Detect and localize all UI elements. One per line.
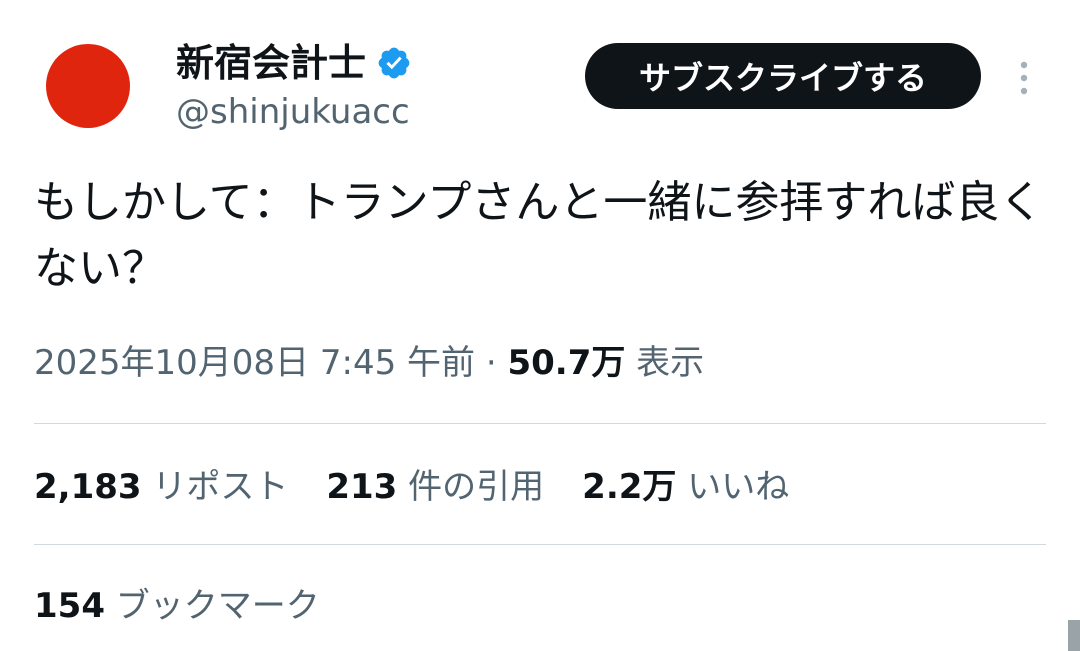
likes-label: いいね <box>687 467 790 507</box>
display-name[interactable]: 新宿会計士 <box>176 40 366 86</box>
quotes-label: 件の引用 <box>408 467 545 507</box>
subscribe-button[interactable]: サブスクライブする <box>585 43 981 109</box>
divider <box>34 423 1046 424</box>
engagement-stats: 2,183 リポスト 213 件の引用 2.2万 いいね <box>34 463 789 511</box>
likes-count: 2.2万 <box>582 467 677 507</box>
quotes-stat[interactable]: 213 件の引用 <box>326 463 544 511</box>
reposts-stat[interactable]: 2,183 リポスト <box>34 463 288 511</box>
avatar[interactable] <box>46 44 130 128</box>
reposts-count: 2,183 <box>34 467 142 507</box>
bookmarks-count: 154 <box>34 586 105 626</box>
quotes-count: 213 <box>326 467 398 507</box>
views-count[interactable]: 50.7万 <box>507 343 625 383</box>
bookmarks-label: ブックマーク <box>115 586 320 626</box>
divider <box>34 544 1046 545</box>
timestamp[interactable]: 2025年10月08日 7:45 午前 <box>34 343 475 383</box>
tweet-meta: 2025年10月08日 7:45 午前 · 50.7万 表示 <box>34 338 704 388</box>
likes-stat[interactable]: 2.2万 いいね <box>582 463 789 511</box>
meta-separator: · <box>475 343 508 383</box>
tweet-detail: 新宿会計士 @shinjukuacc サブスクライブする もしかして：トランプさ… <box>0 0 1080 651</box>
scrollbar-thumb[interactable] <box>1068 620 1080 651</box>
tweet-text: もしかして：トランプさんと一緒に参拝すれば良くない？ <box>34 177 1044 294</box>
views-label: 表示 <box>636 343 705 383</box>
bookmarks-stat[interactable]: 154 ブックマーク <box>34 582 320 630</box>
verified-badge-icon <box>378 47 410 79</box>
author-name-row[interactable]: 新宿会計士 <box>176 40 412 86</box>
reposts-label: リポスト <box>152 467 289 507</box>
more-vertical-icon[interactable] <box>1012 58 1036 98</box>
user-handle[interactable]: @shinjukuacc <box>176 92 410 132</box>
